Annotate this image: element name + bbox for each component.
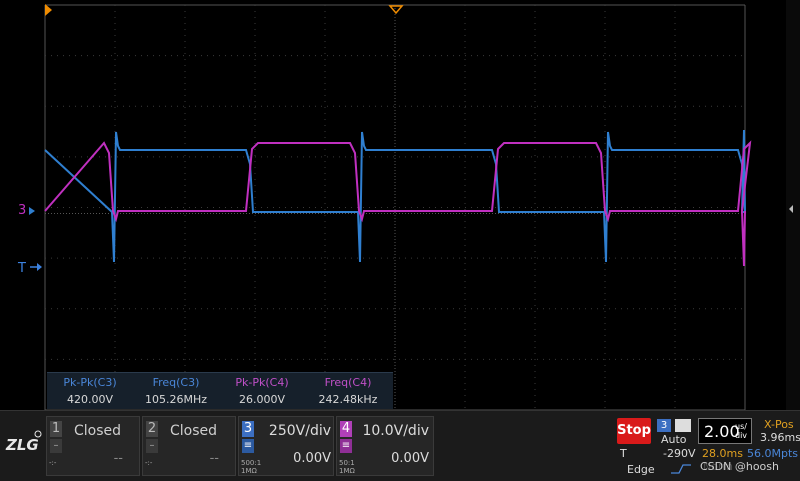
ch-marker-label[interactable]: 3	[18, 203, 26, 218]
channel-1-coupling-icon: –	[50, 439, 62, 453]
measure-label-freq-c3: Freq(C3)	[152, 376, 200, 389]
edge-rising-icon	[671, 464, 691, 474]
measure-label-pkpk-c4: Pk-Pk(C4)	[235, 376, 289, 389]
channel-3-number: 3	[242, 421, 254, 437]
channel-1-panel[interactable]: 1 – -:- Closed --	[46, 416, 140, 476]
measurement-panel: Pk-Pk(C3) Freq(C3) Pk-Pk(C4) Freq(C4) 42…	[47, 372, 393, 409]
record-sample-points: 56.0Mpts	[747, 447, 799, 460]
measure-value-freq-c3: 105.26MHz	[144, 393, 208, 406]
channel-4-scale: 10.0V/div	[362, 423, 429, 439]
trigger-level-value: -290V	[663, 447, 696, 460]
channel-3-scale: 250V/div	[268, 423, 331, 439]
timebase-unit: us/ div	[735, 422, 747, 440]
channel-2-probe: -:-	[145, 459, 153, 467]
channel-1-status: Closed	[73, 423, 121, 439]
channel-4-number: 4	[340, 421, 352, 437]
channel-3-impedance: 1MΩ	[241, 467, 257, 475]
channel-2-number: 2	[146, 421, 158, 437]
measure-value-pkpk-c3: 420.00V	[66, 393, 113, 406]
waveform-display[interactable]: 3 T	[0, 0, 800, 412]
oscilloscope-screen: 3 T Pk-Pk(C3) Freq(C3) Pk-Pk(C4) Freq(C4…	[0, 0, 800, 481]
trigger-mode: Auto	[661, 433, 687, 446]
x-position-label: X-Pos	[764, 418, 794, 431]
channel-2-panel[interactable]: 2 – -:- Closed --	[142, 416, 236, 476]
trigger-source-badge: 3	[657, 419, 671, 432]
channel-4-probe: 50:1 1MΩ	[339, 459, 355, 475]
channel-3-probe: 500:1 1MΩ	[241, 459, 261, 475]
channel-2-coupling-icon: –	[146, 439, 158, 453]
graticule-grid	[44, 4, 746, 411]
timebase-scale-box[interactable]: 2.00 us/ div	[698, 418, 752, 444]
channel-4-panel[interactable]: 4 ≡ 50:1 1MΩ 10.0V/div 0.00V	[336, 416, 434, 476]
channel-3-probe-ratio: 500:1	[241, 459, 262, 467]
channel-3-offset: 0.00V	[293, 451, 331, 466]
trigger-type: Edge	[627, 463, 655, 476]
measure-value-freq-c4: 242.48kHz	[318, 393, 378, 406]
channel-1-offset: --	[113, 451, 123, 466]
channel-3-coupling-icon: ≡	[242, 439, 254, 453]
channel-4-probe-ratio: 50:1	[339, 459, 355, 467]
ch-marker-arrow-icon	[29, 207, 35, 215]
channel-2-status: Closed	[169, 423, 217, 439]
measure-label-pkpk-c3: Pk-Pk(C3)	[63, 376, 117, 389]
trigger-t-label: T	[620, 447, 627, 460]
channel-2-offset: --	[209, 451, 219, 466]
trigger-position-marker[interactable]	[388, 5, 404, 15]
zlg-logo: ZLG	[5, 430, 42, 454]
run-stop-button[interactable]: Stop	[617, 418, 651, 444]
record-time-length: 28.0ms	[702, 447, 743, 460]
timebase-unit-top: us/	[735, 422, 747, 431]
measure-value-pkpk-c4: 26.000V	[238, 393, 285, 406]
ch4-waveform-trace	[44, 140, 752, 267]
trigger-level-label[interactable]: T	[17, 261, 26, 276]
channel-4-coupling-icon: ≡	[340, 439, 352, 453]
channel-4-offset: 0.00V	[391, 451, 429, 466]
channel-4-impedance: 1MΩ	[339, 467, 355, 475]
measure-label-freq-c4: Freq(C4)	[324, 376, 372, 389]
channel-1-number: 1	[50, 421, 62, 437]
trigger-level-arrowhead	[37, 263, 42, 271]
timebase-unit-bottom: div	[735, 431, 748, 440]
x-position-value[interactable]: 3.96ms	[760, 431, 800, 444]
memory-position-marker	[45, 4, 52, 16]
trigger-menu-icon	[675, 419, 691, 432]
svg-text:ZLG: ZLG	[5, 436, 39, 454]
right-expand-icon[interactable]	[789, 205, 793, 213]
csdn-watermark: CSDN @hoosh	[700, 460, 779, 473]
channel-3-panel[interactable]: 3 ≡ 500:1 1MΩ 250V/div 0.00V	[238, 416, 334, 476]
channel-1-probe: -:-	[49, 459, 57, 467]
